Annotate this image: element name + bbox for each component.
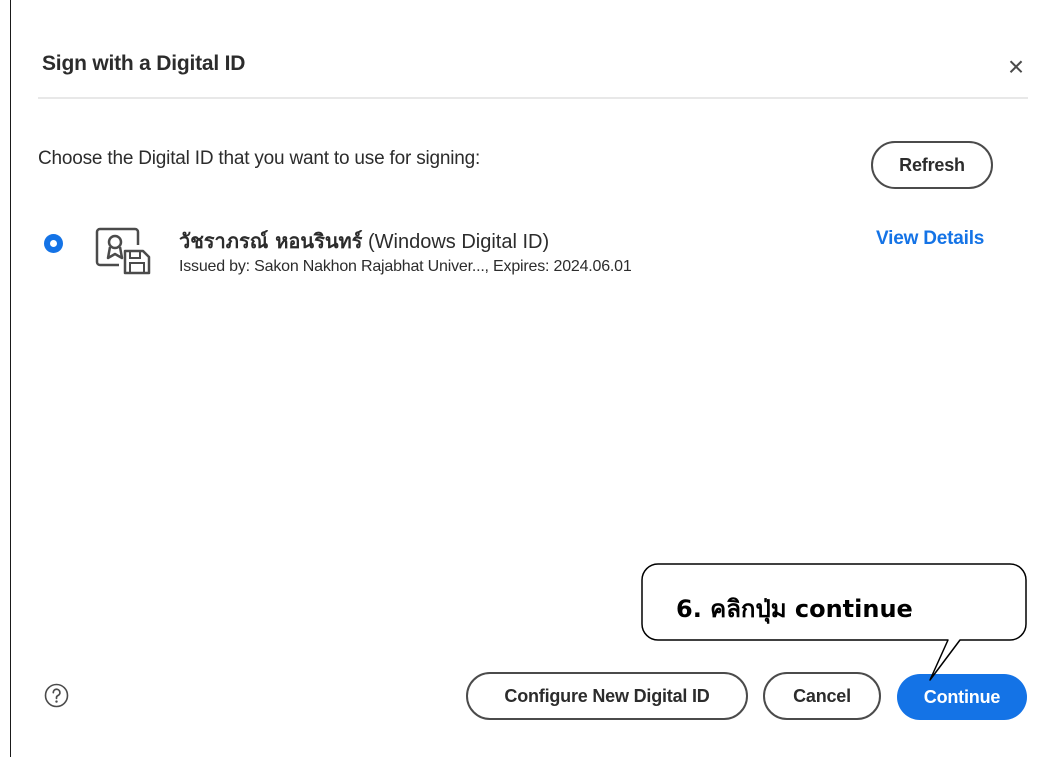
view-details-link[interactable]: View Details — [876, 228, 984, 250]
digital-id-title: วัชราภรณ์ หอนรินทร์ (Windows Digital ID) — [179, 225, 549, 257]
dialog-title: Sign with a Digital ID — [42, 52, 246, 75]
digital-id-issuer: Issued by: Sakon Nakhon Rajabhat Univer.… — [179, 258, 632, 275]
callout-text: 6. คลิกปุ่ม continue — [676, 595, 913, 623]
certificate-icon — [95, 227, 151, 275]
title-divider — [38, 97, 1028, 99]
sign-digital-id-dialog: Sign with a Digital ID × Choose the Digi… — [0, 0, 1049, 757]
close-button[interactable]: × — [1001, 53, 1031, 83]
close-icon: × — [1007, 51, 1025, 82]
help-icon[interactable] — [44, 683, 69, 708]
refresh-button-label: Refresh — [899, 154, 965, 175]
window-border — [10, 0, 11, 757]
digital-id-name: วัชราภรณ์ หอนรินทร์ — [179, 229, 363, 253]
instruction-text: Choose the Digital ID that you want to u… — [38, 148, 481, 169]
digital-id-radio[interactable] — [44, 234, 63, 253]
refresh-button[interactable]: Refresh — [871, 141, 993, 189]
radio-selected-dot — [50, 240, 57, 247]
digital-id-type: (Windows Digital ID) — [362, 231, 550, 253]
